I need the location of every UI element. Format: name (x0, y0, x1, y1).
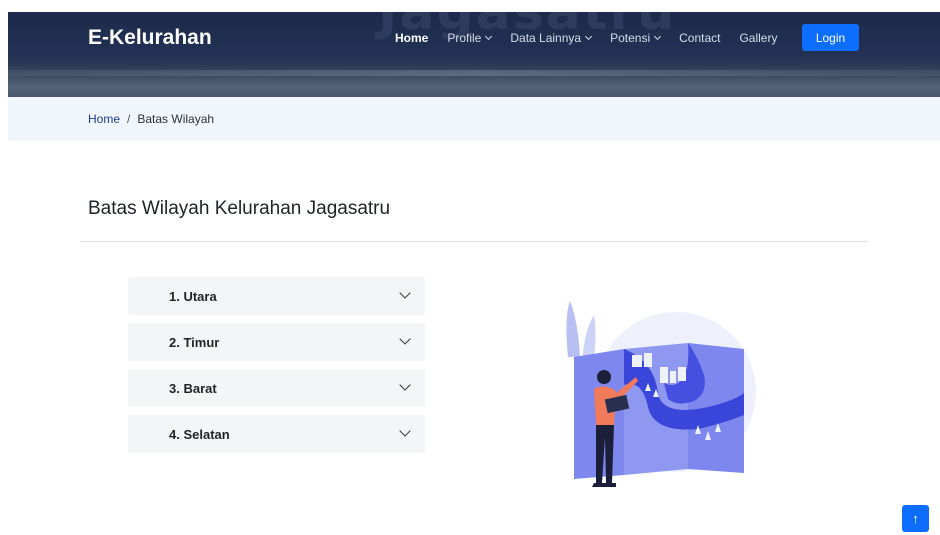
chevron-down-icon (585, 32, 593, 41)
accordion-item-timur[interactable]: 2. Timur (128, 323, 425, 361)
nav-item-contact[interactable]: Contact (679, 31, 720, 45)
chevron-down-icon (654, 32, 662, 41)
nav-item-profile[interactable]: Profile (447, 31, 493, 45)
nav-item-label: Profile (447, 31, 482, 45)
breadcrumb-separator: / (127, 112, 131, 126)
accordion-item-selatan[interactable]: 4. Selatan (128, 415, 425, 453)
nav-item-label: Home (395, 31, 429, 45)
nav-item-data-lainnya[interactable]: Data Lainnya (510, 31, 593, 45)
header: Jagasatru E-Kelurahan Home Profile Data … (8, 12, 940, 97)
nav-item-potensi[interactable]: Potensi (610, 31, 662, 45)
breadcrumb-current: Batas Wilayah (137, 112, 215, 126)
main-nav: Home Profile Data Lainnya Potensi Contac… (395, 31, 796, 45)
accordion-label: 3. Barat (169, 380, 217, 396)
chevron-down-icon (399, 333, 411, 345)
chevron-down-icon (399, 379, 411, 391)
chevron-down-icon (399, 425, 411, 437)
accordion-label: 4. Selatan (169, 426, 230, 442)
breadcrumb-home-link[interactable]: Home (88, 112, 120, 126)
accordion-label: 1. Utara (169, 288, 217, 304)
breadcrumb-bar: Home / Batas Wilayah (8, 97, 940, 141)
accordion-item-barat[interactable]: 3. Barat (128, 369, 425, 407)
nav-item-label: Data Lainnya (510, 31, 582, 45)
map-illustration (558, 297, 758, 496)
login-button[interactable]: Login (802, 24, 859, 51)
chevron-down-icon (485, 32, 493, 41)
chevron-down-icon (399, 287, 411, 299)
nav-item-label: Contact (679, 31, 721, 45)
back-to-top-button[interactable]: ↑ (902, 505, 929, 532)
brand-logo[interactable]: E-Kelurahan (88, 26, 212, 50)
header-decoration (8, 70, 940, 76)
nav-item-home[interactable]: Home (395, 31, 428, 45)
page-title: Batas Wilayah Kelurahan Jagasatru (88, 198, 391, 219)
nav-item-gallery[interactable]: Gallery (739, 31, 777, 45)
divider (80, 241, 868, 242)
page: Jagasatru E-Kelurahan Home Profile Data … (0, 0, 940, 535)
breadcrumb: Home / Batas Wilayah (88, 112, 214, 126)
accordion-label: 2. Timur (169, 334, 220, 350)
arrow-up-icon: ↑ (912, 511, 919, 526)
accordion-item-utara[interactable]: 1. Utara (128, 277, 425, 315)
nav-item-label: Gallery (739, 31, 778, 45)
nav-item-label: Potensi (610, 31, 651, 45)
